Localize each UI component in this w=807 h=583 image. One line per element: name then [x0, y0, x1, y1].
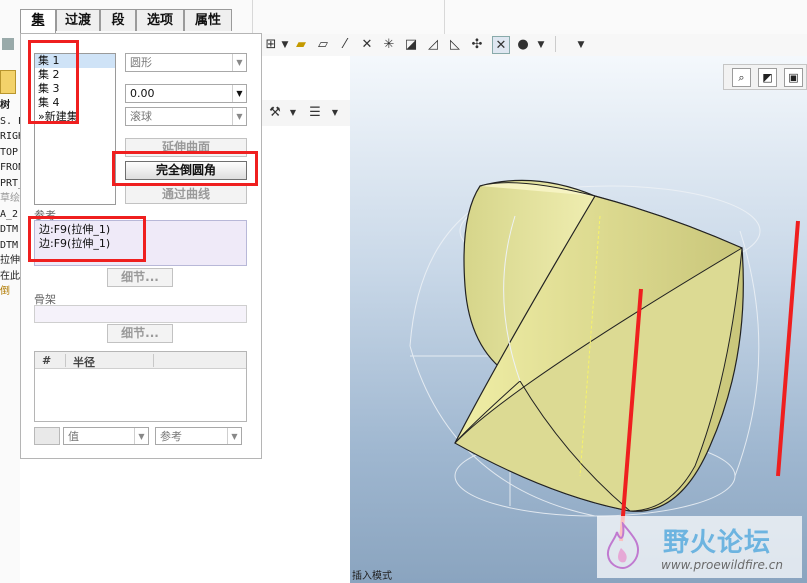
- divider: [555, 36, 556, 52]
- tab-strip: 集 过渡 段 选项 属性: [0, 0, 807, 34]
- tree-item[interactable]: 草绘: [0, 191, 20, 207]
- saved-views-icon[interactable]: ▣: [784, 68, 803, 87]
- radius-table[interactable]: # 半径: [34, 351, 247, 422]
- watermark-title: 野火论坛: [663, 528, 772, 558]
- dropdown-arrow-icon[interactable]: ▼: [284, 104, 302, 122]
- model-tree: 树 S. PR RIGH TOP FRON PRT_ 草绘 A_2 DTM DT…: [0, 98, 20, 300]
- chevron-down-icon: ▼: [232, 85, 246, 102]
- curve-icon[interactable]: ◪: [402, 36, 420, 54]
- reference-type-dropdown[interactable]: 参考 ▼: [155, 427, 242, 445]
- point-icon[interactable]: ✕: [358, 36, 376, 54]
- ball-dropdown[interactable]: 滚球 ▼: [125, 107, 247, 126]
- tree-item[interactable]: TOP: [0, 145, 20, 161]
- model-viewport[interactable]: [350, 56, 807, 583]
- tree-item[interactable]: FRON: [0, 160, 20, 176]
- table-header: # 半径: [35, 352, 246, 369]
- highlight-box-full-round: [112, 151, 258, 186]
- tree-item[interactable]: DTM: [0, 238, 20, 254]
- zoom-icon[interactable]: ⌕: [732, 68, 751, 87]
- tab-sets[interactable]: 集: [20, 9, 56, 33]
- settings-icon[interactable]: ☰: [306, 104, 324, 122]
- tree-item[interactable]: PRT_: [0, 176, 20, 192]
- tree-item[interactable]: DTM: [0, 222, 20, 238]
- tree-icon: [2, 38, 14, 50]
- tree-item[interactable]: A_2: [0, 207, 20, 223]
- divider: [65, 354, 66, 367]
- chevron-down-icon: ▼: [227, 428, 241, 444]
- sketch-toolbar: ⊞ ▼ ▰ ▱ ⁄ ✕ ✳ ◪ ◿ ◺ ✣ ✕ ● ▼ ▼: [262, 34, 807, 56]
- model-graphic: [409, 179, 800, 542]
- value-type-dropdown[interactable]: 值 ▼: [63, 427, 149, 445]
- skeleton-collector[interactable]: [34, 305, 247, 323]
- tree-toolbar: ⚒ ▼ ☰ ▼: [262, 100, 350, 126]
- details-button[interactable]: 细节...: [107, 268, 173, 287]
- value-text: 0.00: [130, 87, 155, 100]
- tree-item[interactable]: 拉伸: [0, 253, 20, 269]
- divider: [252, 0, 253, 34]
- dropdown-arrow-icon[interactable]: ▼: [532, 36, 550, 54]
- tab-properties[interactable]: 属性: [184, 9, 232, 31]
- through-curve-button[interactable]: 通过曲线: [125, 185, 247, 204]
- sketch-icon[interactable]: ◿: [424, 36, 442, 54]
- divider: [444, 0, 445, 34]
- more-icon[interactable]: ▼: [572, 36, 590, 54]
- watermark-url: www.proewildfire.cn: [661, 558, 783, 572]
- skeleton-details-button[interactable]: 细节...: [107, 324, 173, 343]
- tree-item[interactable]: 树: [0, 98, 20, 114]
- watermark: 野火论坛 www.proewildfire.cn: [597, 516, 802, 578]
- appearance-icon[interactable]: ●: [514, 36, 532, 54]
- tab-transitions[interactable]: 过渡: [56, 9, 100, 31]
- plane-icon[interactable]: ▱: [314, 36, 332, 54]
- shape-value: 圆形: [130, 56, 152, 69]
- tab-options[interactable]: 选项: [136, 9, 184, 31]
- column-num: #: [42, 354, 52, 367]
- highlight-box-references: [28, 216, 146, 262]
- datum-point-icon[interactable]: ◺: [446, 36, 464, 54]
- folder-open-icon[interactable]: ▰: [292, 36, 310, 54]
- csys-icon[interactable]: ✳: [380, 36, 398, 54]
- flame-logo-icon: [606, 522, 639, 570]
- highlight-box-set-list: [28, 40, 79, 124]
- tab-segments[interactable]: 段: [100, 9, 136, 31]
- tools-icon[interactable]: ⚒: [266, 104, 284, 122]
- status-bar: 插入模式: [352, 571, 392, 582]
- chevron-down-icon: ▼: [232, 54, 246, 71]
- dropdown-arrow-icon[interactable]: ▼: [326, 104, 344, 122]
- value-type-text: 值: [68, 430, 79, 443]
- ball-value: 滚球: [130, 110, 152, 123]
- folder-icon[interactable]: [0, 70, 16, 94]
- value-dropdown[interactable]: 0.00 ▼: [125, 84, 247, 103]
- chevron-down-icon: ▼: [134, 428, 148, 444]
- view-toolbar: ⌕ ◩ ▣: [723, 64, 807, 90]
- tree-item[interactable]: S. PR: [0, 114, 20, 130]
- divider: [153, 354, 154, 367]
- tree-item[interactable]: RIGH: [0, 129, 20, 145]
- value-type-swatch[interactable]: [34, 427, 60, 445]
- reference-type-text: 参考: [160, 430, 182, 443]
- shape-dropdown[interactable]: 圆形 ▼: [125, 53, 247, 72]
- axis-icon[interactable]: ⁄: [336, 36, 354, 54]
- repaint-icon[interactable]: ◩: [758, 68, 777, 87]
- feature-icon[interactable]: ✕: [492, 36, 510, 54]
- tree-item[interactable]: 倒: [0, 284, 20, 300]
- tree-item[interactable]: 在此: [0, 269, 20, 285]
- chevron-down-icon: ▼: [232, 108, 246, 125]
- offset-point-icon[interactable]: ✣: [468, 36, 486, 54]
- column-radius: 半径: [73, 356, 95, 369]
